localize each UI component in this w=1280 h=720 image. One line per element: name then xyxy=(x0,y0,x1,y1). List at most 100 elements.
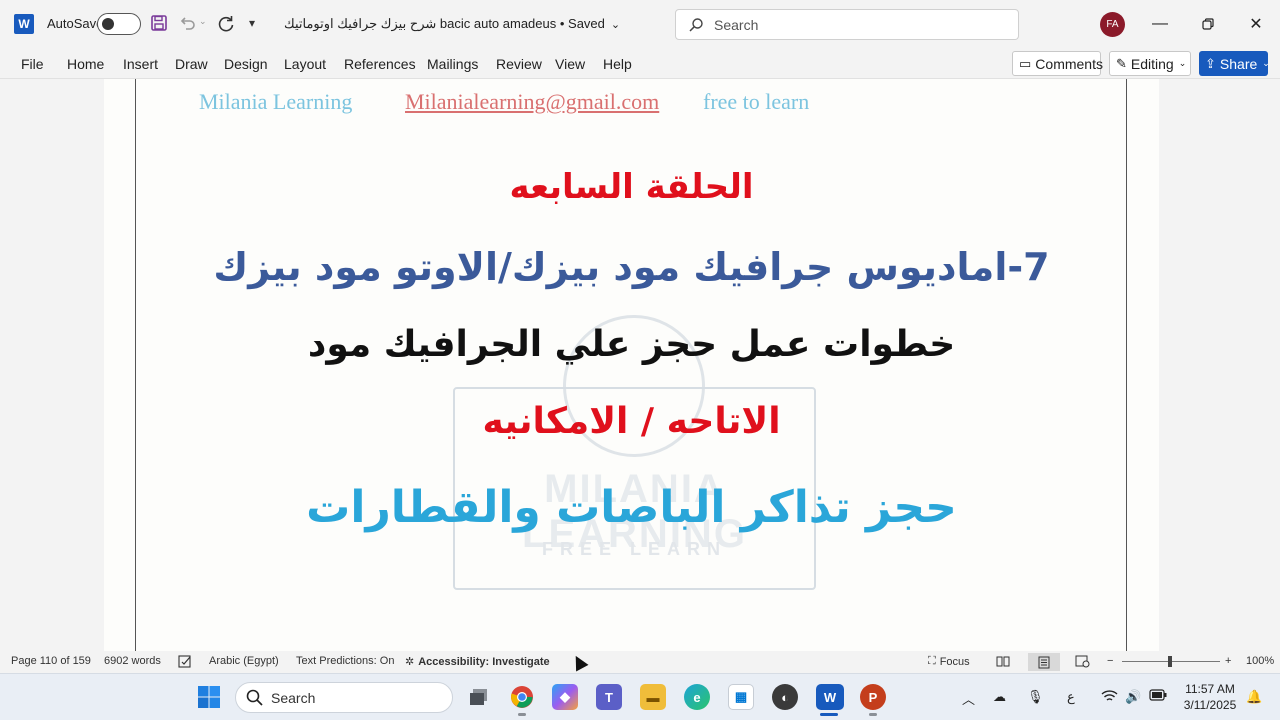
clock-time: 11:57 AM xyxy=(1185,682,1235,696)
tab-draw[interactable]: Draw xyxy=(175,56,208,72)
document-title-text: شرح بيزك جرافيك اوتوماتيك bacic auto ama… xyxy=(284,16,605,31)
chevron-down-icon: ⌄ xyxy=(1262,58,1270,68)
header-email-link[interactable]: Milanialearning@gmail.com xyxy=(405,89,659,115)
zoom-level[interactable]: 100% xyxy=(1246,655,1274,667)
save-icon[interactable] xyxy=(150,14,168,32)
microphone-icon[interactable]: 🎙 xyxy=(1027,689,1044,705)
tab-review[interactable]: Review xyxy=(496,56,542,72)
header-tagline: free to learn xyxy=(703,89,810,114)
tab-insert[interactable]: Insert xyxy=(123,56,158,72)
proofing-icon[interactable] xyxy=(178,655,193,668)
recorder-icon[interactable]: ◐ xyxy=(772,684,798,710)
status-bar: Page 110 of 159 6902 words Arabic (Egypt… xyxy=(0,651,1280,673)
close-icon[interactable]: ✕ xyxy=(1244,12,1268,36)
copilot-icon[interactable]: ◆ xyxy=(552,684,578,710)
share-icon: ⇪ xyxy=(1205,55,1216,71)
customize-toolbar-icon[interactable]: ▾ xyxy=(249,16,255,30)
focus-label: Focus xyxy=(939,655,970,668)
autosave-label: AutoSave xyxy=(47,16,104,31)
page-count[interactable]: Page 110 of 159 xyxy=(11,655,91,667)
accessibility-status[interactable]: ✲ Accessibility: Investigate xyxy=(405,655,550,669)
watermark-subtitle: FREE LEARN xyxy=(541,539,727,559)
notification-bell-icon[interactable]: 🔔 xyxy=(1246,689,1262,705)
battery-icon[interactable] xyxy=(1149,689,1167,704)
undo-icon[interactable] xyxy=(178,14,196,32)
tab-design[interactable]: Design xyxy=(224,56,268,72)
share-button[interactable]: ⇪ Share ⌄ xyxy=(1199,51,1270,76)
restore-icon[interactable] xyxy=(1196,12,1220,36)
teams-icon[interactable]: T xyxy=(596,684,622,710)
accessibility-icon: ✲ xyxy=(405,656,415,668)
taskbar: Search ◆ T ▬ e ▦ ◐ W P ︿ ☁ 🎙 ع 🔊 11:57 A… xyxy=(0,673,1280,720)
tab-references[interactable]: References xyxy=(344,56,416,72)
lesson-title: 7-اماديوس جرافيك مود بيزك/الاوتو مود بيز… xyxy=(213,245,1050,289)
ribbon-tabs: File Home Insert Draw Design Layout Refe… xyxy=(0,48,1280,79)
search-icon xyxy=(246,689,263,706)
tab-view[interactable]: View xyxy=(555,56,585,72)
system-clock[interactable]: 11:57 AM 3/11/2025 xyxy=(1180,681,1240,713)
zoom-in-icon[interactable]: + xyxy=(1225,655,1231,667)
search-placeholder: Search xyxy=(714,16,759,33)
tab-layout[interactable]: Layout xyxy=(284,56,326,72)
chevron-down-icon: ⌄ xyxy=(610,18,621,31)
onedrive-icon[interactable]: ☁ xyxy=(993,689,1006,705)
volume-icon[interactable]: 🔊 xyxy=(1125,689,1141,705)
autosave-toggle[interactable] xyxy=(97,13,141,35)
web-layout-icon[interactable] xyxy=(1075,655,1090,668)
tab-home[interactable]: Home xyxy=(67,56,104,72)
wifi-icon[interactable] xyxy=(1101,689,1118,706)
share-label: Share xyxy=(1219,55,1258,72)
chevron-down-icon: ⌄ xyxy=(1178,58,1187,68)
taskbar-search-placeholder: Search xyxy=(271,689,316,706)
episode-heading: الحلقة السابعه xyxy=(509,167,754,207)
tab-mailings[interactable]: Mailings xyxy=(427,56,478,72)
chrome-icon[interactable] xyxy=(509,684,535,710)
pencil-icon: ✎ xyxy=(1116,55,1127,71)
tab-help[interactable]: Help xyxy=(603,56,632,72)
minimize-icon[interactable]: — xyxy=(1148,12,1172,36)
editing-label: Editing xyxy=(1130,55,1174,72)
header-brand: Milania Learning xyxy=(199,89,353,114)
steps-heading: خطوات عمل حجز علي الجرافيك مود xyxy=(307,324,956,365)
page-left-border xyxy=(135,79,136,651)
windows-start-icon[interactable] xyxy=(196,684,222,710)
document-canvas[interactable]: MILANIA LEARNING FREE LEARN Milania Lear… xyxy=(0,79,1280,651)
zoom-slider-thumb[interactable] xyxy=(1168,656,1172,667)
document-title[interactable]: شرح بيزك جرافيك اوتوماتيك bacic auto ama… xyxy=(284,16,620,32)
word-active-indicator xyxy=(820,713,838,716)
undo-dropdown-icon[interactable]: ⌄ xyxy=(199,16,207,27)
comments-button[interactable]: ▭ Comments xyxy=(1012,51,1103,76)
document-page[interactable]: MILANIA LEARNING FREE LEARN Milania Lear… xyxy=(104,79,1159,651)
zoom-out-icon[interactable]: − xyxy=(1107,655,1113,667)
word-taskbar-icon[interactable]: W xyxy=(816,684,844,710)
chrome-running-indicator xyxy=(518,713,526,716)
page-right-border xyxy=(1126,79,1127,651)
accessibility-label: Accessibility: Investigate xyxy=(418,655,550,668)
redo-icon[interactable] xyxy=(216,14,236,34)
toggle-knob xyxy=(102,18,114,30)
task-view-icon[interactable] xyxy=(466,684,492,710)
text-predictions-status[interactable]: Text Predictions: On xyxy=(296,655,394,667)
print-layout-icon[interactable] xyxy=(1028,653,1060,671)
language-status[interactable]: Arabic (Egypt) xyxy=(209,655,279,667)
edge-icon[interactable]: e xyxy=(684,684,710,710)
title-bar: W AutoSave ⌄ ▾ شرح بيزك جرافيك اوتوماتيك… xyxy=(0,0,1280,48)
store-icon[interactable]: ▦ xyxy=(728,684,754,710)
word-app-icon[interactable]: W xyxy=(14,14,34,34)
tab-file[interactable]: File xyxy=(21,56,44,72)
clock-date: 3/11/2025 xyxy=(1183,698,1237,712)
search-box[interactable]: Search xyxy=(675,9,1019,40)
taskbar-search[interactable]: Search xyxy=(235,682,453,713)
input-language-indicator[interactable]: ع xyxy=(1067,689,1075,705)
editing-mode-button[interactable]: ✎ Editing ⌄ xyxy=(1109,51,1191,76)
focus-button[interactable]: ⛶ Focus xyxy=(928,655,970,668)
avatar[interactable]: FA xyxy=(1100,12,1125,37)
read-mode-icon[interactable] xyxy=(996,655,1010,667)
show-hidden-icons-icon[interactable]: ︿ xyxy=(962,689,975,708)
word-count[interactable]: 6902 words xyxy=(104,655,161,667)
comments-label: Comments xyxy=(1035,55,1103,72)
file-explorer-icon[interactable]: ▬ xyxy=(640,684,666,710)
powerpoint-icon[interactable]: P xyxy=(860,684,886,710)
focus-icon: ⛶ xyxy=(928,655,936,667)
search-icon xyxy=(689,17,703,32)
